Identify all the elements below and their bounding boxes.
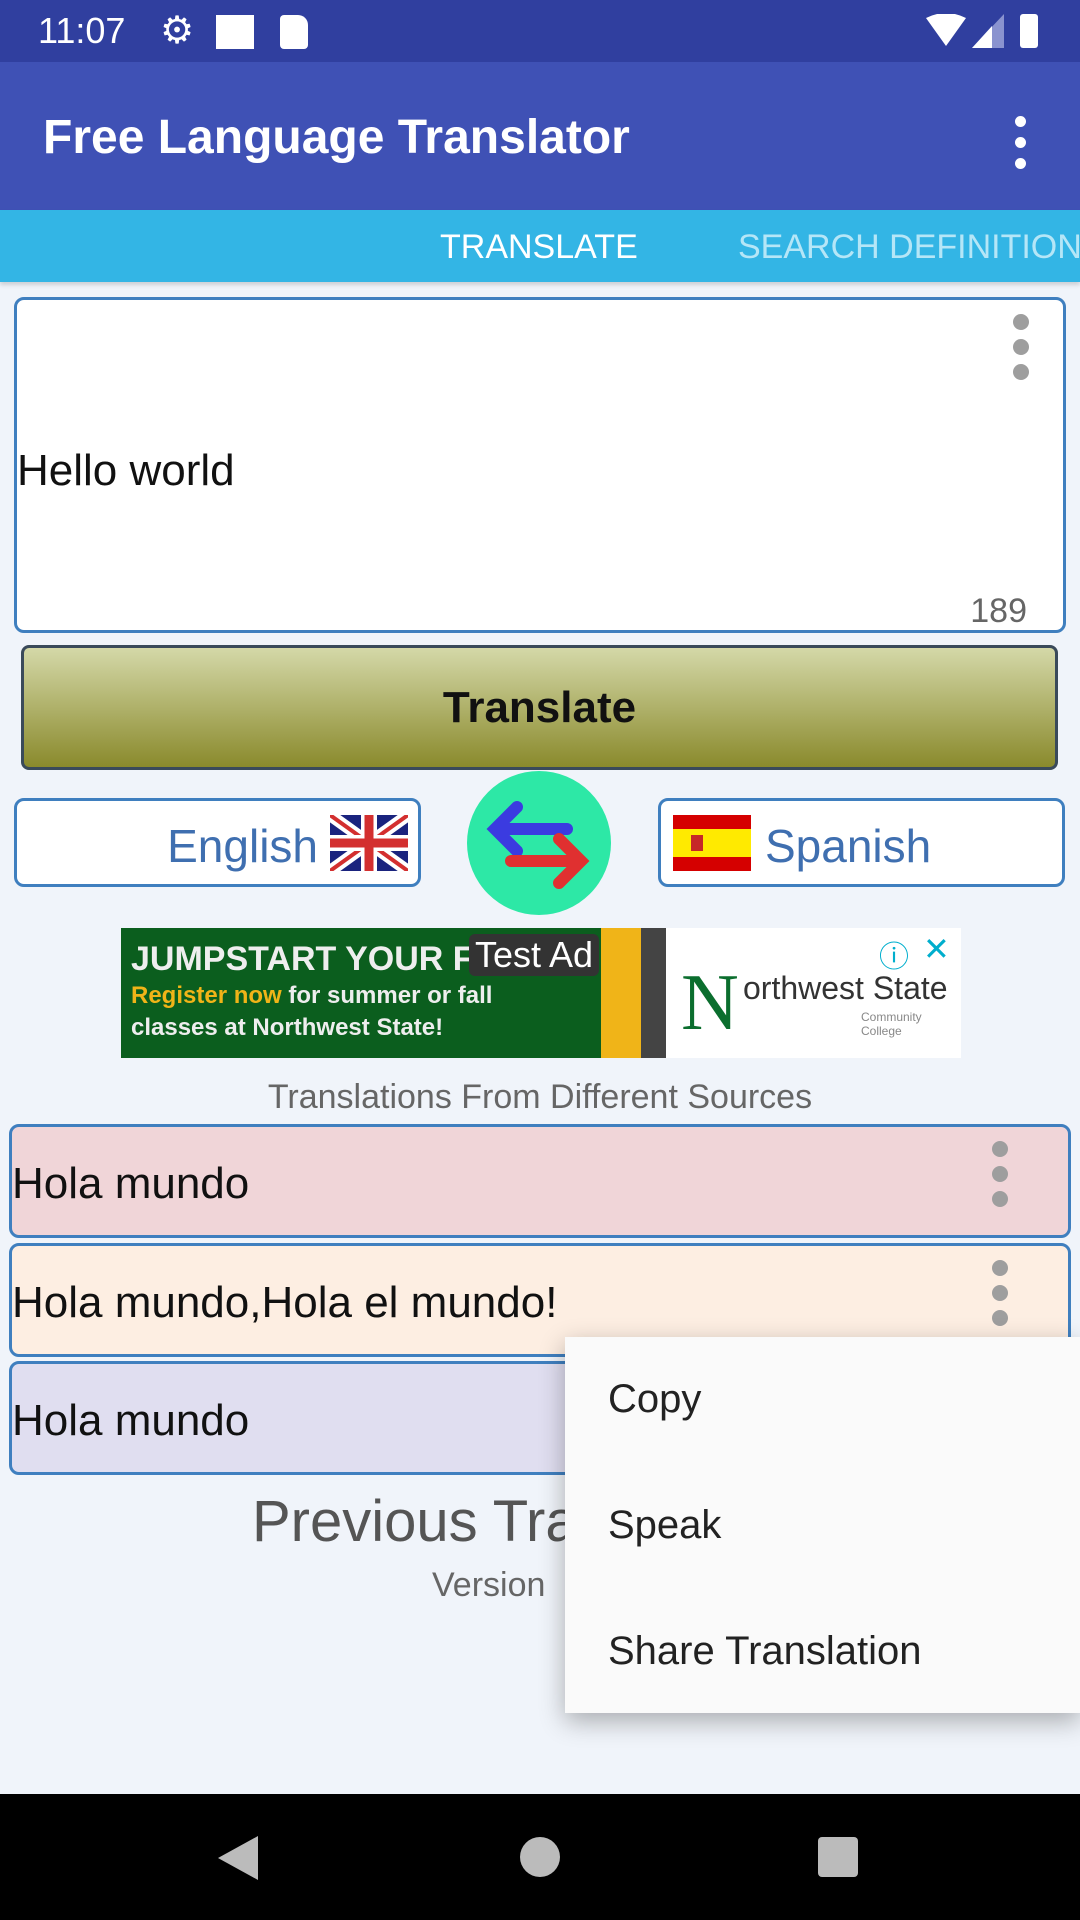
source-text-value[interactable]: Hello world <box>17 446 235 496</box>
home-icon[interactable] <box>520 1837 560 1877</box>
test-ad-badge: Test Ad <box>469 934 600 976</box>
tab-bar: TRANSLATE SEARCH DEFINITION <box>0 210 1080 282</box>
app-title: Free Language Translator <box>43 111 630 164</box>
settings-icon: ⚙ <box>160 10 195 52</box>
ad-close-icon[interactable]: ✕ <box>923 930 950 968</box>
tab-translate[interactable]: TRANSLATE <box>440 228 638 267</box>
overflow-menu-icon[interactable] <box>1015 116 1026 169</box>
status-bar: 11:07 ⚙ <box>0 0 1080 62</box>
sd-card-icon <box>280 15 308 49</box>
char-count: 189 <box>970 592 1027 630</box>
recents-icon[interactable] <box>818 1837 858 1877</box>
translate-button[interactable]: Translate <box>21 645 1058 770</box>
ad-logo-text: orthwest State <box>743 970 948 1006</box>
menu-item-speak[interactable]: Speak <box>608 1503 721 1548</box>
source-language-label: English <box>167 820 318 872</box>
target-language-label: Spanish <box>765 820 932 872</box>
target-language-select[interactable]: Spanish <box>658 798 1065 887</box>
menu-item-copy[interactable]: Copy <box>608 1377 701 1422</box>
translate-button-label: Translate <box>442 682 637 732</box>
tab-search-definition[interactable]: SEARCH DEFINITION <box>738 228 1080 267</box>
ad-line2: classes at Northwest State! <box>131 1014 444 1041</box>
app-bar: Free Language Translator <box>0 62 1080 210</box>
ad-line1-highlight: Register now <box>131 982 282 1009</box>
result-menu-icon[interactable] <box>992 1260 1008 1326</box>
status-time: 11:07 <box>38 10 126 51</box>
context-menu: Copy Speak Share Translation <box>565 1337 1080 1713</box>
result-text[interactable]: Hola mundo,Hola el mundo! <box>12 1278 557 1328</box>
notification-icon <box>216 15 254 49</box>
source-text-input[interactable]: Hello world 189 <box>14 297 1066 633</box>
ad-banner[interactable]: JUMPSTART YOUR F Register now for summer… <box>121 928 961 1058</box>
sources-label: Translations From Different Sources <box>267 1078 813 1116</box>
previous-translations-heading[interactable]: Previous Tra <box>252 1488 578 1555</box>
result-row[interactable]: Hola mundo <box>9 1124 1071 1238</box>
ad-line1: for summer or fall <box>281 982 493 1009</box>
wifi-icon <box>926 14 966 46</box>
swap-languages-button[interactable] <box>467 771 611 915</box>
input-menu-icon[interactable] <box>1013 314 1029 380</box>
ad-headline: JUMPSTART YOUR F <box>131 940 474 978</box>
spain-flag-icon <box>673 815 751 871</box>
signal-icon <box>972 14 1004 48</box>
ad-info-icon[interactable]: ⓘ <box>879 932 909 976</box>
ad-logo-subtext: Community College <box>861 1010 922 1038</box>
result-text[interactable]: Hola mundo <box>12 1159 249 1209</box>
result-menu-icon[interactable] <box>992 1141 1008 1207</box>
battery-icon <box>1020 14 1038 48</box>
uk-flag-icon <box>330 815 408 871</box>
result-text[interactable]: Hola mundo <box>12 1396 249 1446</box>
version-label: Version <box>432 1566 546 1604</box>
navigation-bar <box>0 1794 1080 1920</box>
source-language-select[interactable]: English <box>14 798 421 887</box>
back-icon[interactable] <box>218 1836 258 1880</box>
menu-item-share-translation[interactable]: Share Translation <box>608 1629 922 1674</box>
